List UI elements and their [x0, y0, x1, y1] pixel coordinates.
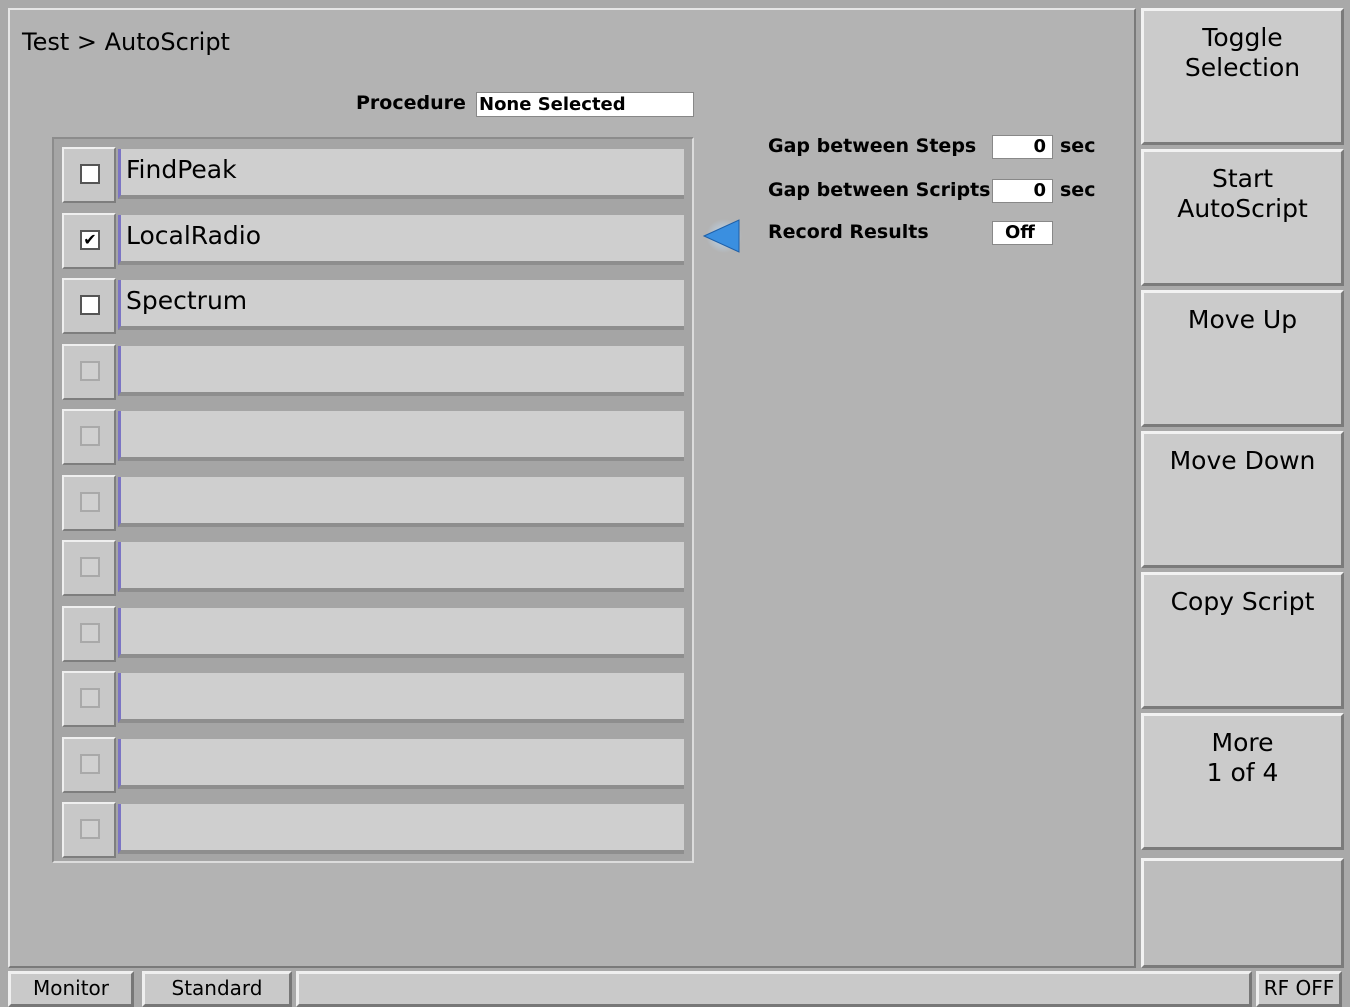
script-checkbox-cell	[62, 474, 116, 531]
gap-scripts-label: Gap between Scripts	[768, 179, 991, 201]
script-row[interactable]	[62, 343, 686, 400]
script-name	[118, 411, 684, 461]
script-name	[118, 542, 684, 592]
script-name: Spectrum	[118, 280, 684, 330]
script-checkbox[interactable]	[80, 622, 100, 643]
more-button[interactable]: More 1 of 4	[1141, 713, 1344, 850]
script-name	[118, 607, 684, 658]
script-row[interactable]: FindPeak	[62, 147, 686, 203]
gap-scripts-unit: sec	[1060, 179, 1096, 201]
script-row[interactable]	[62, 671, 686, 727]
script-name	[118, 345, 684, 396]
script-checkbox[interactable]	[80, 819, 100, 839]
move-down-label: Move Down	[1169, 446, 1316, 475]
script-checkbox-cell	[62, 540, 116, 596]
copy-script-label: Copy Script	[1170, 587, 1315, 616]
gap-scripts-field[interactable]: 0	[992, 179, 1053, 203]
start-autoscript-label-1: Start	[1211, 164, 1274, 193]
script-checkbox-cell	[62, 671, 116, 727]
script-checkbox[interactable]	[80, 360, 100, 381]
script-name	[118, 476, 684, 527]
script-checkbox-cell	[62, 802, 116, 858]
script-list: FindPeak ✔ LocalRadio Spectrum	[52, 137, 694, 863]
move-down-button[interactable]: Move Down	[1141, 431, 1344, 568]
breadcrumb: Test > AutoScript	[22, 28, 230, 56]
start-autoscript-button[interactable]: Start AutoScript	[1141, 149, 1344, 286]
script-checkbox[interactable]	[80, 164, 100, 184]
record-results-label: Record Results	[768, 221, 929, 243]
script-name	[118, 673, 684, 723]
script-checkbox-cell	[62, 278, 116, 334]
script-name	[118, 804, 684, 854]
status-message	[296, 971, 1252, 1007]
more-page-label: 1 of 4	[1206, 758, 1279, 787]
status-standard[interactable]: Standard	[142, 971, 292, 1007]
script-checkbox-cell	[62, 409, 116, 465]
script-checkbox[interactable]	[80, 753, 100, 774]
blank-softkey	[1141, 858, 1344, 968]
more-label: More	[1211, 728, 1274, 757]
script-name	[118, 738, 684, 789]
procedure-label: Procedure	[356, 92, 466, 114]
copy-script-button[interactable]: Copy Script	[1141, 572, 1344, 709]
script-checkbox[interactable]	[80, 491, 100, 512]
script-row[interactable]	[62, 474, 686, 531]
script-checkbox[interactable]	[80, 688, 100, 708]
toggle-selection-button[interactable]: Toggle Selection	[1141, 8, 1344, 145]
script-name: FindPeak	[118, 149, 684, 199]
gap-steps-label: Gap between Steps	[768, 135, 977, 157]
toggle-selection-label-2: Selection	[1184, 53, 1301, 82]
script-checkbox-cell	[62, 605, 116, 662]
gap-steps-unit: sec	[1060, 135, 1096, 157]
toggle-selection-label-1: Toggle	[1202, 23, 1283, 52]
script-row[interactable]	[62, 736, 686, 793]
script-checkbox[interactable]	[80, 557, 100, 577]
procedure-field[interactable]: None Selected	[476, 92, 694, 117]
status-rf: RF OFF	[1256, 971, 1342, 1007]
script-row[interactable]	[62, 802, 686, 858]
script-row[interactable]	[62, 409, 686, 465]
script-checkbox-cell	[62, 736, 116, 793]
script-row[interactable]	[62, 540, 686, 596]
script-checkbox-cell: ✔	[62, 212, 116, 269]
move-up-button[interactable]: Move Up	[1141, 290, 1344, 427]
move-up-label: Move Up	[1187, 305, 1298, 334]
gap-steps-field[interactable]: 0	[992, 135, 1053, 159]
script-row[interactable]: Spectrum	[62, 278, 686, 334]
script-row[interactable]: ✔ LocalRadio	[62, 212, 686, 269]
script-checkbox[interactable]	[80, 426, 100, 446]
script-checkbox-cell	[62, 343, 116, 400]
script-checkbox[interactable]	[80, 295, 100, 315]
script-name: LocalRadio	[118, 214, 684, 265]
selection-arrow-icon	[702, 219, 742, 253]
script-row[interactable]	[62, 605, 686, 662]
start-autoscript-label-2: AutoScript	[1177, 194, 1308, 223]
script-checkbox[interactable]: ✔	[80, 229, 100, 250]
status-monitor[interactable]: Monitor	[8, 971, 134, 1007]
script-checkbox-cell	[62, 147, 116, 203]
record-results-field[interactable]: Off	[992, 221, 1053, 245]
